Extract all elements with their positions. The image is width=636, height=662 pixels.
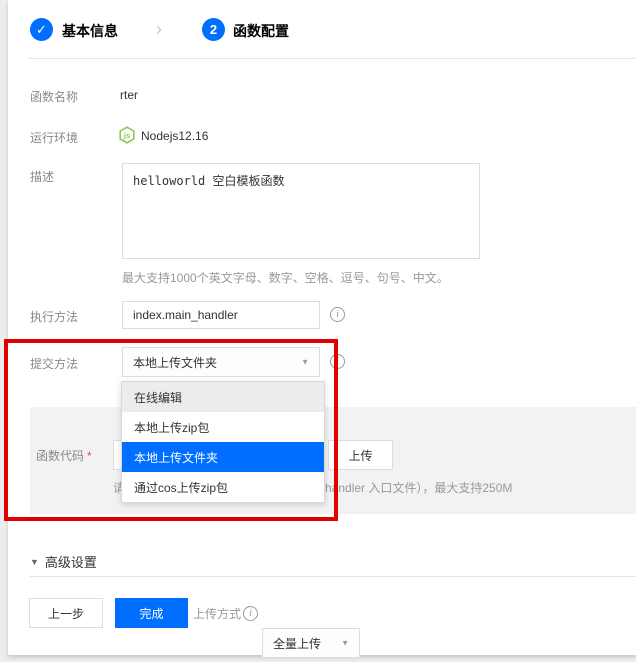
- upload-button[interactable]: 上传: [328, 440, 393, 470]
- upload-mode-info-icon[interactable]: i: [243, 606, 258, 621]
- nodejs-icon: js: [118, 126, 136, 144]
- function-code-label: 函数代码*: [36, 447, 92, 464]
- submit-method-label: 提交方法: [30, 355, 78, 372]
- function-config-card: ✓ 基本信息 › 2 函数配置 函数名称 rter 运行环境 js Nodejs…: [8, 0, 636, 655]
- description-textarea[interactable]: helloworld 空白模板函数: [122, 163, 480, 259]
- caret-down-icon: ▼: [341, 639, 349, 648]
- step2-label: 函数配置: [233, 21, 289, 41]
- step2-number: 2: [210, 22, 217, 37]
- footer-divider: [30, 576, 636, 577]
- description-hint: 最大支持1000个英文字母、数字、空格、逗号、句号、中文。: [122, 269, 449, 286]
- code-hint-suffix: handler 入口文件），最大支持250M: [325, 479, 512, 496]
- dropdown-option-upload-zip[interactable]: 本地上传zip包: [122, 412, 324, 442]
- handler-label: 执行方法: [30, 308, 78, 325]
- dropdown-option-cos-zip[interactable]: 通过cos上传zip包: [122, 472, 324, 502]
- description-label: 描述: [30, 168, 54, 185]
- page-background: ✓ 基本信息 › 2 函数配置 函数名称 rter 运行环境 js Nodejs…: [0, 0, 636, 662]
- step1-done-circle: ✓: [30, 18, 53, 41]
- required-asterisk: *: [87, 449, 92, 463]
- previous-step-button[interactable]: 上一步: [29, 598, 103, 628]
- upload-mode-select[interactable]: 全量上传 ▼: [262, 628, 360, 658]
- submit-method-info-icon[interactable]: i: [330, 354, 345, 369]
- caret-down-icon: ▼: [301, 358, 309, 367]
- handler-input[interactable]: index.main_handler: [122, 301, 320, 329]
- finish-button[interactable]: 完成: [115, 598, 188, 628]
- advanced-settings-label: 高级设置: [45, 552, 97, 571]
- dropdown-option-upload-folder[interactable]: 本地上传文件夹: [122, 442, 324, 472]
- submit-method-select[interactable]: 本地上传文件夹 ▼: [122, 347, 320, 377]
- upload-mode-label-group: 上传方式 i: [193, 605, 258, 622]
- advanced-settings-toggle[interactable]: ▼ 高级设置: [30, 552, 97, 571]
- submit-method-dropdown: 在线编辑 本地上传zip包 本地上传文件夹 通过cos上传zip包: [121, 381, 325, 503]
- upload-mode-value: 全量上传: [273, 635, 321, 652]
- handler-info-icon[interactable]: i: [330, 307, 345, 322]
- triangle-down-icon: ▼: [30, 557, 39, 567]
- function-name-value: rter: [120, 88, 138, 102]
- header-divider: [28, 58, 636, 59]
- function-name-label: 函数名称: [30, 88, 78, 105]
- dropdown-option-online-edit[interactable]: 在线编辑: [122, 382, 324, 412]
- check-icon: ✓: [36, 22, 47, 38]
- runtime-label: 运行环境: [30, 129, 78, 146]
- svg-text:js: js: [123, 131, 130, 140]
- upload-mode-label: 上传方式: [193, 605, 241, 622]
- step1-label: 基本信息: [62, 21, 118, 41]
- step2-circle: 2: [202, 18, 225, 41]
- submit-method-value: 本地上传文件夹: [133, 354, 217, 371]
- chevron-right-icon: ›: [156, 20, 162, 38]
- runtime-value: Nodejs12.16: [141, 129, 208, 143]
